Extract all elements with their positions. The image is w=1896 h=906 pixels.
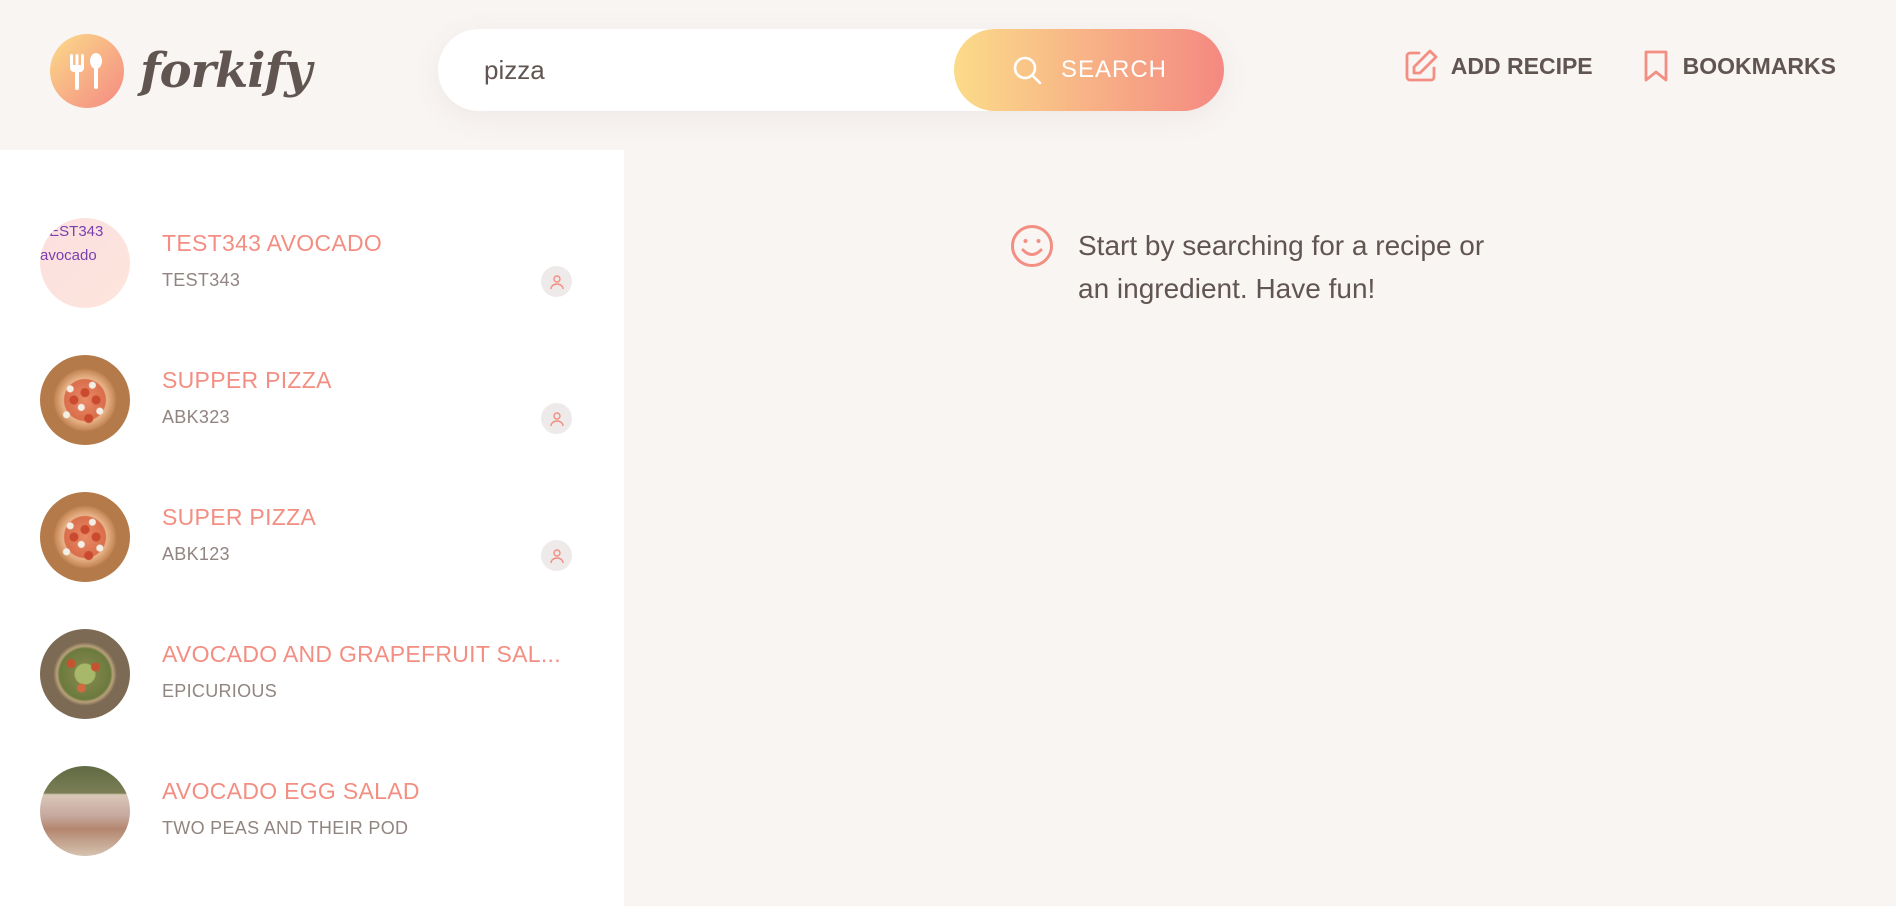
nav: ADD RECIPE BOOKMARKS: [1355, 48, 1836, 84]
bookmarks-label: BOOKMARKS: [1682, 52, 1836, 79]
recipe-publisher: EPICURIOUS: [162, 681, 278, 701]
smile-icon: [1011, 225, 1053, 267]
result-item[interactable]: AVOCADO AND GRAPEFRUIT SAL... EPICURIOUS: [0, 629, 624, 766]
header: forkify SEARCH ADD RECIPE BOOKMARKS: [0, 0, 1896, 150]
user-generated-icon: [541, 266, 572, 297]
start-message: Start by searching for a recipe or an in…: [1010, 224, 1518, 310]
user-generated-icon: [541, 403, 572, 434]
broken-image-alt: TEST343 avocado: [40, 223, 104, 264]
user-generated-icon: [541, 540, 572, 571]
recipe-publisher: ABK323: [162, 407, 230, 427]
add-recipe-button[interactable]: ADD RECIPE: [1403, 48, 1593, 84]
recipe-title: SUPER PIZZA: [162, 504, 317, 530]
recipe-thumbnail: [40, 766, 130, 856]
recipe-title: AVOCADO AND GRAPEFRUIT SAL...: [162, 641, 561, 667]
recipe-thumbnail: [40, 492, 130, 582]
start-message-text: Start by searching for a recipe or an in…: [1078, 230, 1485, 304]
result-item[interactable]: SUPPER PIZZA ABK323: [0, 355, 624, 492]
recipe-thumbnail: [40, 629, 130, 719]
edit-icon: [1405, 49, 1438, 82]
recipe-title: AVOCADO EGG SALAD: [162, 778, 420, 804]
search-button-label: SEARCH: [1060, 56, 1168, 83]
search-button[interactable]: SEARCH: [954, 29, 1224, 111]
recipe-title: TEST343 AVOCADO: [162, 230, 383, 256]
bookmarks-button[interactable]: BOOKMARKS: [1641, 48, 1836, 84]
recipe-thumbnail: [40, 355, 130, 445]
logo-text: forkify: [140, 43, 312, 99]
result-item[interactable]: TEST343 avocado TEST343 AVOCADO TEST343: [0, 218, 624, 355]
result-item[interactable]: AVOCADO EGG SALAD TWO PEAS AND THEIR POD: [0, 766, 624, 903]
result-item[interactable]: SUPER PIZZA ABK123: [0, 492, 624, 629]
recipe-thumbnail: TEST343 avocado: [40, 218, 130, 308]
add-recipe-label: ADD RECIPE: [1450, 52, 1593, 79]
logo[interactable]: forkify: [50, 34, 312, 108]
fork-knife-icon: [50, 34, 124, 108]
search-icon: [1013, 56, 1042, 85]
recipe-publisher: ABK123: [162, 544, 230, 564]
recipe-title: SUPPER PIZZA: [162, 367, 332, 393]
recipe-publisher: TEST343: [162, 270, 241, 290]
bookmark-icon: [1644, 50, 1668, 82]
search-form: SEARCH: [438, 29, 1224, 111]
recipe-publisher: TWO PEAS AND THEIR POD: [162, 818, 409, 838]
search-results: TEST343 avocado TEST343 AVOCADO TEST343 …: [0, 150, 624, 906]
search-input[interactable]: [484, 29, 944, 111]
